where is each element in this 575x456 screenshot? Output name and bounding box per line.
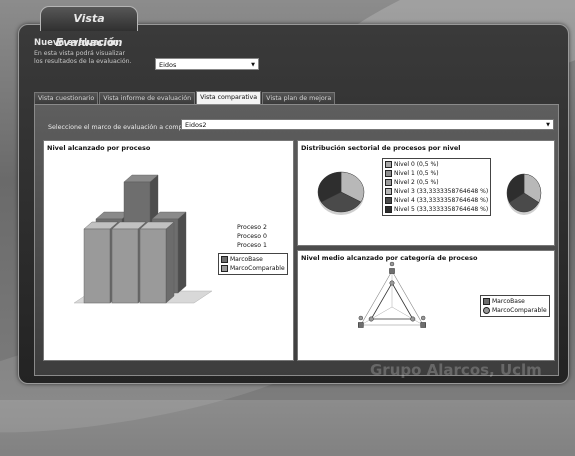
comparison-frame-value: Eidos2 (185, 121, 207, 129)
legend-item: Nivel 3 (33,3333358764648 %) (385, 187, 488, 196)
legend-swatch (385, 179, 392, 186)
radar-point (358, 315, 364, 321)
window-title: Vista Evaluación (40, 6, 138, 49)
comparison-frame-label: Seleccione el marco de evaluación a comp… (48, 124, 196, 131)
legend-swatch (385, 170, 392, 177)
legend-swatch (385, 188, 392, 195)
chevron-down-icon: ▼ (251, 62, 255, 68)
legend-swatch (385, 161, 392, 168)
evaluation-selector[interactable]: Eidos ▼ (155, 58, 259, 70)
view-tabs: Vista cuestionario Vista informe de eval… (34, 91, 336, 104)
legend-swatch (221, 265, 228, 272)
section-title: Nueva evaluación (34, 38, 119, 48)
radar-point (410, 316, 416, 322)
pie-chart-panel: Distribución sectorial de procesos por n… (297, 140, 555, 246)
radar-point (368, 316, 374, 322)
legend-item: Nivel 0 (0,5 %) (385, 160, 488, 169)
bar-category-label: Proceso 0 (237, 233, 267, 240)
legend-item: Nivel 2 (0,5 %) (385, 178, 488, 187)
radar-point (420, 322, 426, 328)
comparison-frame-selector[interactable]: Eidos2 ▼ (181, 119, 554, 130)
bar-side (177, 211, 187, 294)
legend-label: Nivel 1 (0,5 %) (394, 170, 439, 177)
radar-chart-panel: Nivel medio alcanzado por categoría de p… (297, 250, 555, 361)
legend-label: MarcoBase (230, 256, 263, 263)
legend-label: Nivel 0 (0,5 %) (394, 161, 439, 168)
legend-swatch (385, 206, 392, 213)
radar-chart-legend: MarcoBase MarcoComparable (480, 295, 550, 317)
legend-item: MarcoBase (483, 297, 547, 306)
watermark: Grupo Alarcos, Uclm (370, 361, 542, 379)
legend-swatch (385, 197, 392, 204)
bar-category-label: Proceso 2 (237, 224, 267, 231)
radar-point (389, 268, 395, 274)
bar (83, 228, 111, 304)
tab-evaluation-report[interactable]: Vista informe de evaluación (99, 92, 196, 104)
section-description: En esta vista podrá visualizar los resul… (34, 50, 132, 65)
legend-label: Nivel 3 (33,3333358764648 %) (394, 188, 489, 195)
legend-label: Nivel 2 (0,5 %) (394, 179, 439, 186)
bar-chart-panel: Nivel alcanzado por proceso Proceso 2 Pr… (43, 140, 294, 361)
bar (139, 228, 167, 304)
legend-item: Nivel 5 (33,3333358764648 %) (385, 205, 488, 214)
legend-swatch (483, 307, 490, 314)
pie-chart-legend: Nivel 0 (0,5 %) Nivel 1 (0,5 %) Nivel 2 … (382, 158, 492, 216)
evaluation-header: Nueva evaluación En esta vista podrá vis… (34, 38, 134, 66)
bar-chart-legend: MarcoBase MarcoComparable (218, 253, 288, 275)
legend-label: Nivel 5 (33,3333358764648 %) (394, 206, 489, 213)
legend-item: Nivel 4 (33,3333358764648 %) (385, 196, 488, 205)
chevron-down-icon: ▼ (546, 122, 550, 128)
radar-point (420, 315, 426, 321)
legend-label: MarcoBase (492, 298, 525, 305)
legend-item: MarcoComparable (221, 264, 285, 273)
radar-point (358, 322, 364, 328)
bar (111, 228, 139, 304)
bar-chart (73, 174, 213, 304)
bar-category-label: Proceso 1 (237, 242, 267, 249)
tab-questionnaire[interactable]: Vista cuestionario (34, 92, 99, 104)
legend-item: MarcoBase (221, 255, 285, 264)
evaluation-selector-value: Eidos (159, 61, 177, 69)
radar-point (389, 261, 395, 267)
legend-item: MarcoComparable (483, 306, 547, 315)
legend-label: Nivel 4 (33,3333358764648 %) (394, 197, 489, 204)
bar-side (165, 221, 175, 304)
tab-improvement-plan[interactable]: Vista plan de mejora (262, 92, 336, 104)
radar-point (389, 280, 395, 286)
tab-comparative[interactable]: Vista comparativa (196, 91, 262, 104)
legend-swatch (221, 256, 228, 263)
legend-label: MarcoComparable (230, 265, 285, 272)
legend-label: MarcoComparable (492, 307, 547, 314)
legend-swatch (483, 298, 490, 305)
legend-item: Nivel 1 (0,5 %) (385, 169, 488, 178)
